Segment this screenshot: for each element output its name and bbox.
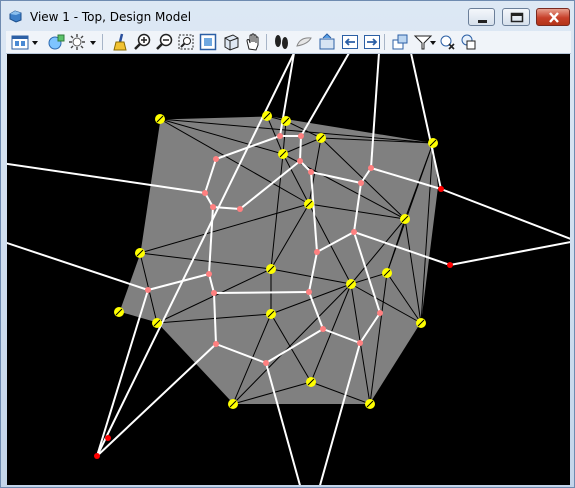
voronoi-vertex bbox=[297, 158, 303, 164]
voronoi-edge bbox=[299, 135, 302, 162]
voronoi-vertex bbox=[263, 360, 269, 366]
clear-clip-icon bbox=[440, 35, 455, 50]
delaunay-voronoi-drawing[interactable] bbox=[7, 54, 570, 485]
voronoi-vertex bbox=[211, 290, 217, 296]
view-back-button[interactable] bbox=[340, 32, 360, 52]
voronoi-vertex bbox=[237, 206, 243, 212]
voronoi-vertex bbox=[368, 165, 374, 171]
voronoi-vertex bbox=[94, 453, 100, 459]
minimize-icon bbox=[478, 20, 487, 23]
voronoi-vertex bbox=[213, 156, 219, 162]
voronoi-vertex bbox=[306, 289, 312, 295]
close-button[interactable] bbox=[536, 8, 570, 26]
lighting-button[interactable] bbox=[67, 32, 87, 52]
window-area-button[interactable] bbox=[176, 32, 196, 52]
zoom-in-button[interactable] bbox=[133, 32, 153, 52]
toolbar-separator bbox=[266, 34, 267, 50]
view-back-icon bbox=[342, 35, 358, 49]
maximize-button[interactable] bbox=[502, 8, 530, 26]
toolbar-separator bbox=[102, 34, 103, 50]
zoom-in-icon bbox=[134, 33, 151, 50]
clip-mask-dropdown-icon[interactable] bbox=[429, 32, 437, 52]
voronoi-vertex bbox=[320, 326, 326, 332]
clip-volume-button[interactable] bbox=[390, 32, 410, 52]
view-forward-button[interactable] bbox=[362, 32, 382, 52]
view-window-icon bbox=[9, 10, 22, 23]
update-view-button[interactable] bbox=[110, 32, 130, 52]
fit-view-icon bbox=[199, 33, 217, 51]
voronoi-vertex bbox=[206, 271, 212, 277]
voronoi-vertex bbox=[447, 262, 453, 268]
voronoi-vertex bbox=[357, 340, 363, 346]
voronoi-vertex bbox=[308, 169, 314, 175]
view-window: View 1 - Top, Design Model bbox=[0, 0, 575, 488]
close-icon bbox=[549, 12, 559, 23]
voronoi-vertex bbox=[314, 249, 320, 255]
view-attributes-button[interactable] bbox=[9, 32, 31, 52]
update-view-icon bbox=[113, 33, 127, 51]
section-button[interactable] bbox=[458, 32, 478, 52]
voronoi-vertex bbox=[210, 204, 216, 210]
voronoi-vertex bbox=[358, 180, 364, 186]
pan-view-icon bbox=[246, 33, 259, 51]
view-display-mode-icon bbox=[48, 34, 65, 50]
fit-view-button[interactable] bbox=[198, 32, 218, 52]
voronoi-vertex bbox=[277, 133, 283, 139]
walk-icon bbox=[275, 35, 288, 49]
rotate-view-icon bbox=[224, 34, 239, 51]
lighting-dropdown-icon[interactable] bbox=[89, 32, 97, 52]
view-control-toolbar bbox=[6, 31, 571, 54]
window-area-icon bbox=[178, 34, 194, 50]
title-bar[interactable]: View 1 - Top, Design Model bbox=[1, 1, 574, 31]
view-forward-icon bbox=[364, 35, 380, 49]
rotate-view-button[interactable] bbox=[221, 32, 241, 52]
walk-button[interactable] bbox=[271, 32, 291, 52]
maximize-icon bbox=[510, 12, 524, 23]
view-previous-icon bbox=[296, 37, 312, 47]
voronoi-vertex bbox=[377, 310, 383, 316]
voronoi-vertex bbox=[213, 341, 219, 347]
voronoi-edge bbox=[213, 291, 310, 294]
voronoi-vertex bbox=[438, 186, 444, 192]
toolbar-separator bbox=[384, 34, 385, 50]
window-title: View 1 - Top, Design Model bbox=[30, 10, 192, 24]
view-lighting-icon bbox=[69, 34, 85, 50]
display-style-button[interactable] bbox=[46, 32, 66, 52]
view-attributes-dropdown-icon[interactable] bbox=[31, 32, 39, 52]
pan-view-button[interactable] bbox=[243, 32, 263, 52]
voronoi-vertex bbox=[351, 229, 357, 235]
voronoi-vertex bbox=[202, 190, 208, 196]
view-previous-button[interactable] bbox=[294, 32, 314, 52]
copy-view-icon bbox=[319, 33, 335, 50]
voronoi-vertex bbox=[145, 287, 151, 293]
minimize-button[interactable] bbox=[468, 8, 495, 26]
copy-view-button[interactable] bbox=[317, 32, 337, 52]
design-model-viewport[interactable] bbox=[7, 54, 570, 485]
view-attributes-icon bbox=[11, 35, 29, 50]
section-icon bbox=[461, 34, 476, 50]
zoom-out-icon bbox=[156, 33, 173, 50]
voronoi-vertex bbox=[298, 133, 304, 139]
clip-volume-icon bbox=[392, 34, 408, 50]
clear-clip-button[interactable] bbox=[437, 32, 457, 52]
zoom-out-button[interactable] bbox=[155, 32, 175, 52]
voronoi-vertex bbox=[105, 435, 111, 441]
